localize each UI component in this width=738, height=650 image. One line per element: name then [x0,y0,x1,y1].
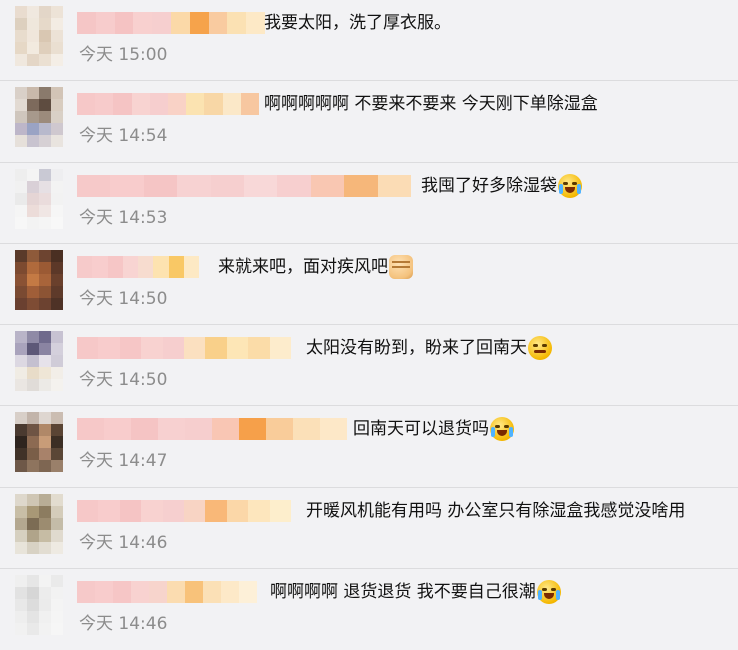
comment-row[interactable]: 我要太阳，洗了厚衣服。今天 15:00 [0,0,738,82]
comment-text: 来就来吧，面对疾风吧 [218,254,413,280]
comment-timestamp: 今天 14:46 [79,613,168,634]
avatar[interactable] [15,574,63,635]
comment-timestamp: 今天 14:54 [79,126,168,147]
comment-row[interactable]: 来就来吧，面对疾风吧今天 14:50 [0,244,738,325]
comment-text: 我要太阳，洗了厚衣服。 [264,10,451,36]
comment-body: 来就来吧，面对疾风吧 [218,256,388,277]
username-blurred[interactable] [77,255,199,278]
comment-timestamp: 今天 15:00 [79,45,168,65]
comment-row[interactable]: 太阳没有盼到，盼来了回南天今天 14:50 [0,325,738,407]
username-blurred[interactable] [77,12,265,34]
smirk-emoji-icon [528,336,552,360]
comment-timestamp: 今天 14:50 [79,288,168,309]
comment-timestamp: 今天 14:47 [79,451,168,472]
crying-emoji-icon [536,579,561,604]
avatar[interactable] [15,6,63,66]
username-blurred[interactable] [77,93,259,116]
avatar[interactable] [15,249,63,310]
avatar[interactable] [15,87,63,148]
avatar[interactable] [15,493,63,554]
comment-body: 我要太阳，洗了厚衣服。 [264,13,451,33]
username-blurred[interactable] [77,418,347,441]
comment-row[interactable]: 开暖风机能有用吗 办公室只有除湿盒我感觉没啥用今天 14:46 [0,488,738,569]
comment-text: 啊啊啊啊啊 不要来不要来 今天刚下单除湿盒 [264,91,598,117]
comment-text: 啊啊啊啊 退货退货 我不要自己很潮 [270,579,561,605]
comment-body: 我囤了好多除湿袋 [421,175,557,196]
username-blurred[interactable] [77,499,291,522]
comment-body: 太阳没有盼到，盼来了回南天 [306,338,527,358]
crying-laughing-emoji-icon [490,417,514,442]
username-blurred[interactable] [77,174,411,197]
comment-row[interactable]: 啊啊啊啊啊 不要来不要来 今天刚下单除湿盒今天 14:54 [0,81,738,163]
username-blurred[interactable] [77,337,291,359]
comment-text: 回南天可以退货吗 [353,416,514,442]
avatar[interactable] [15,331,63,391]
comment-timestamp: 今天 14:50 [79,370,168,390]
comment-body: 啊啊啊啊啊 不要来不要来 今天刚下单除湿盒 [264,94,598,115]
comment-feed: 我要太阳，洗了厚衣服。 今天 15:00 啊啊啊啊啊 不要来不要来 今天刚下单除湿盒… [0,0,738,650]
comment-text: 太阳没有盼到，盼来了回南天 [306,335,552,361]
comment-timestamp: 今天 14:53 [79,207,168,228]
comment-timestamp: 今天 14:46 [79,532,168,553]
comment-row[interactable]: 我囤了好多除湿袋今天 14:53 [0,163,738,244]
comment-body: 啊啊啊啊 退货退货 我不要自己很潮 [270,581,536,602]
comment-body: 开暖风机能有用吗 办公室只有除湿盒我感觉没啥用 [306,500,686,521]
avatar[interactable] [15,168,63,229]
fist-emoji-icon [389,254,413,279]
username-blurred[interactable] [77,580,257,603]
comment-row[interactable]: 啊啊啊啊 退货退货 我不要自己很潮今天 14:46 [0,569,738,650]
comment-body: 回南天可以退货吗 [353,419,489,440]
avatar[interactable] [15,412,63,473]
comment-row[interactable]: 回南天可以退货吗今天 14:47 [0,406,738,488]
comment-text: 我囤了好多除湿袋 [421,173,582,199]
comment-text: 开暖风机能有用吗 办公室只有除湿盒我感觉没啥用 [306,498,685,524]
laughing-tears-emoji-icon [558,173,582,198]
